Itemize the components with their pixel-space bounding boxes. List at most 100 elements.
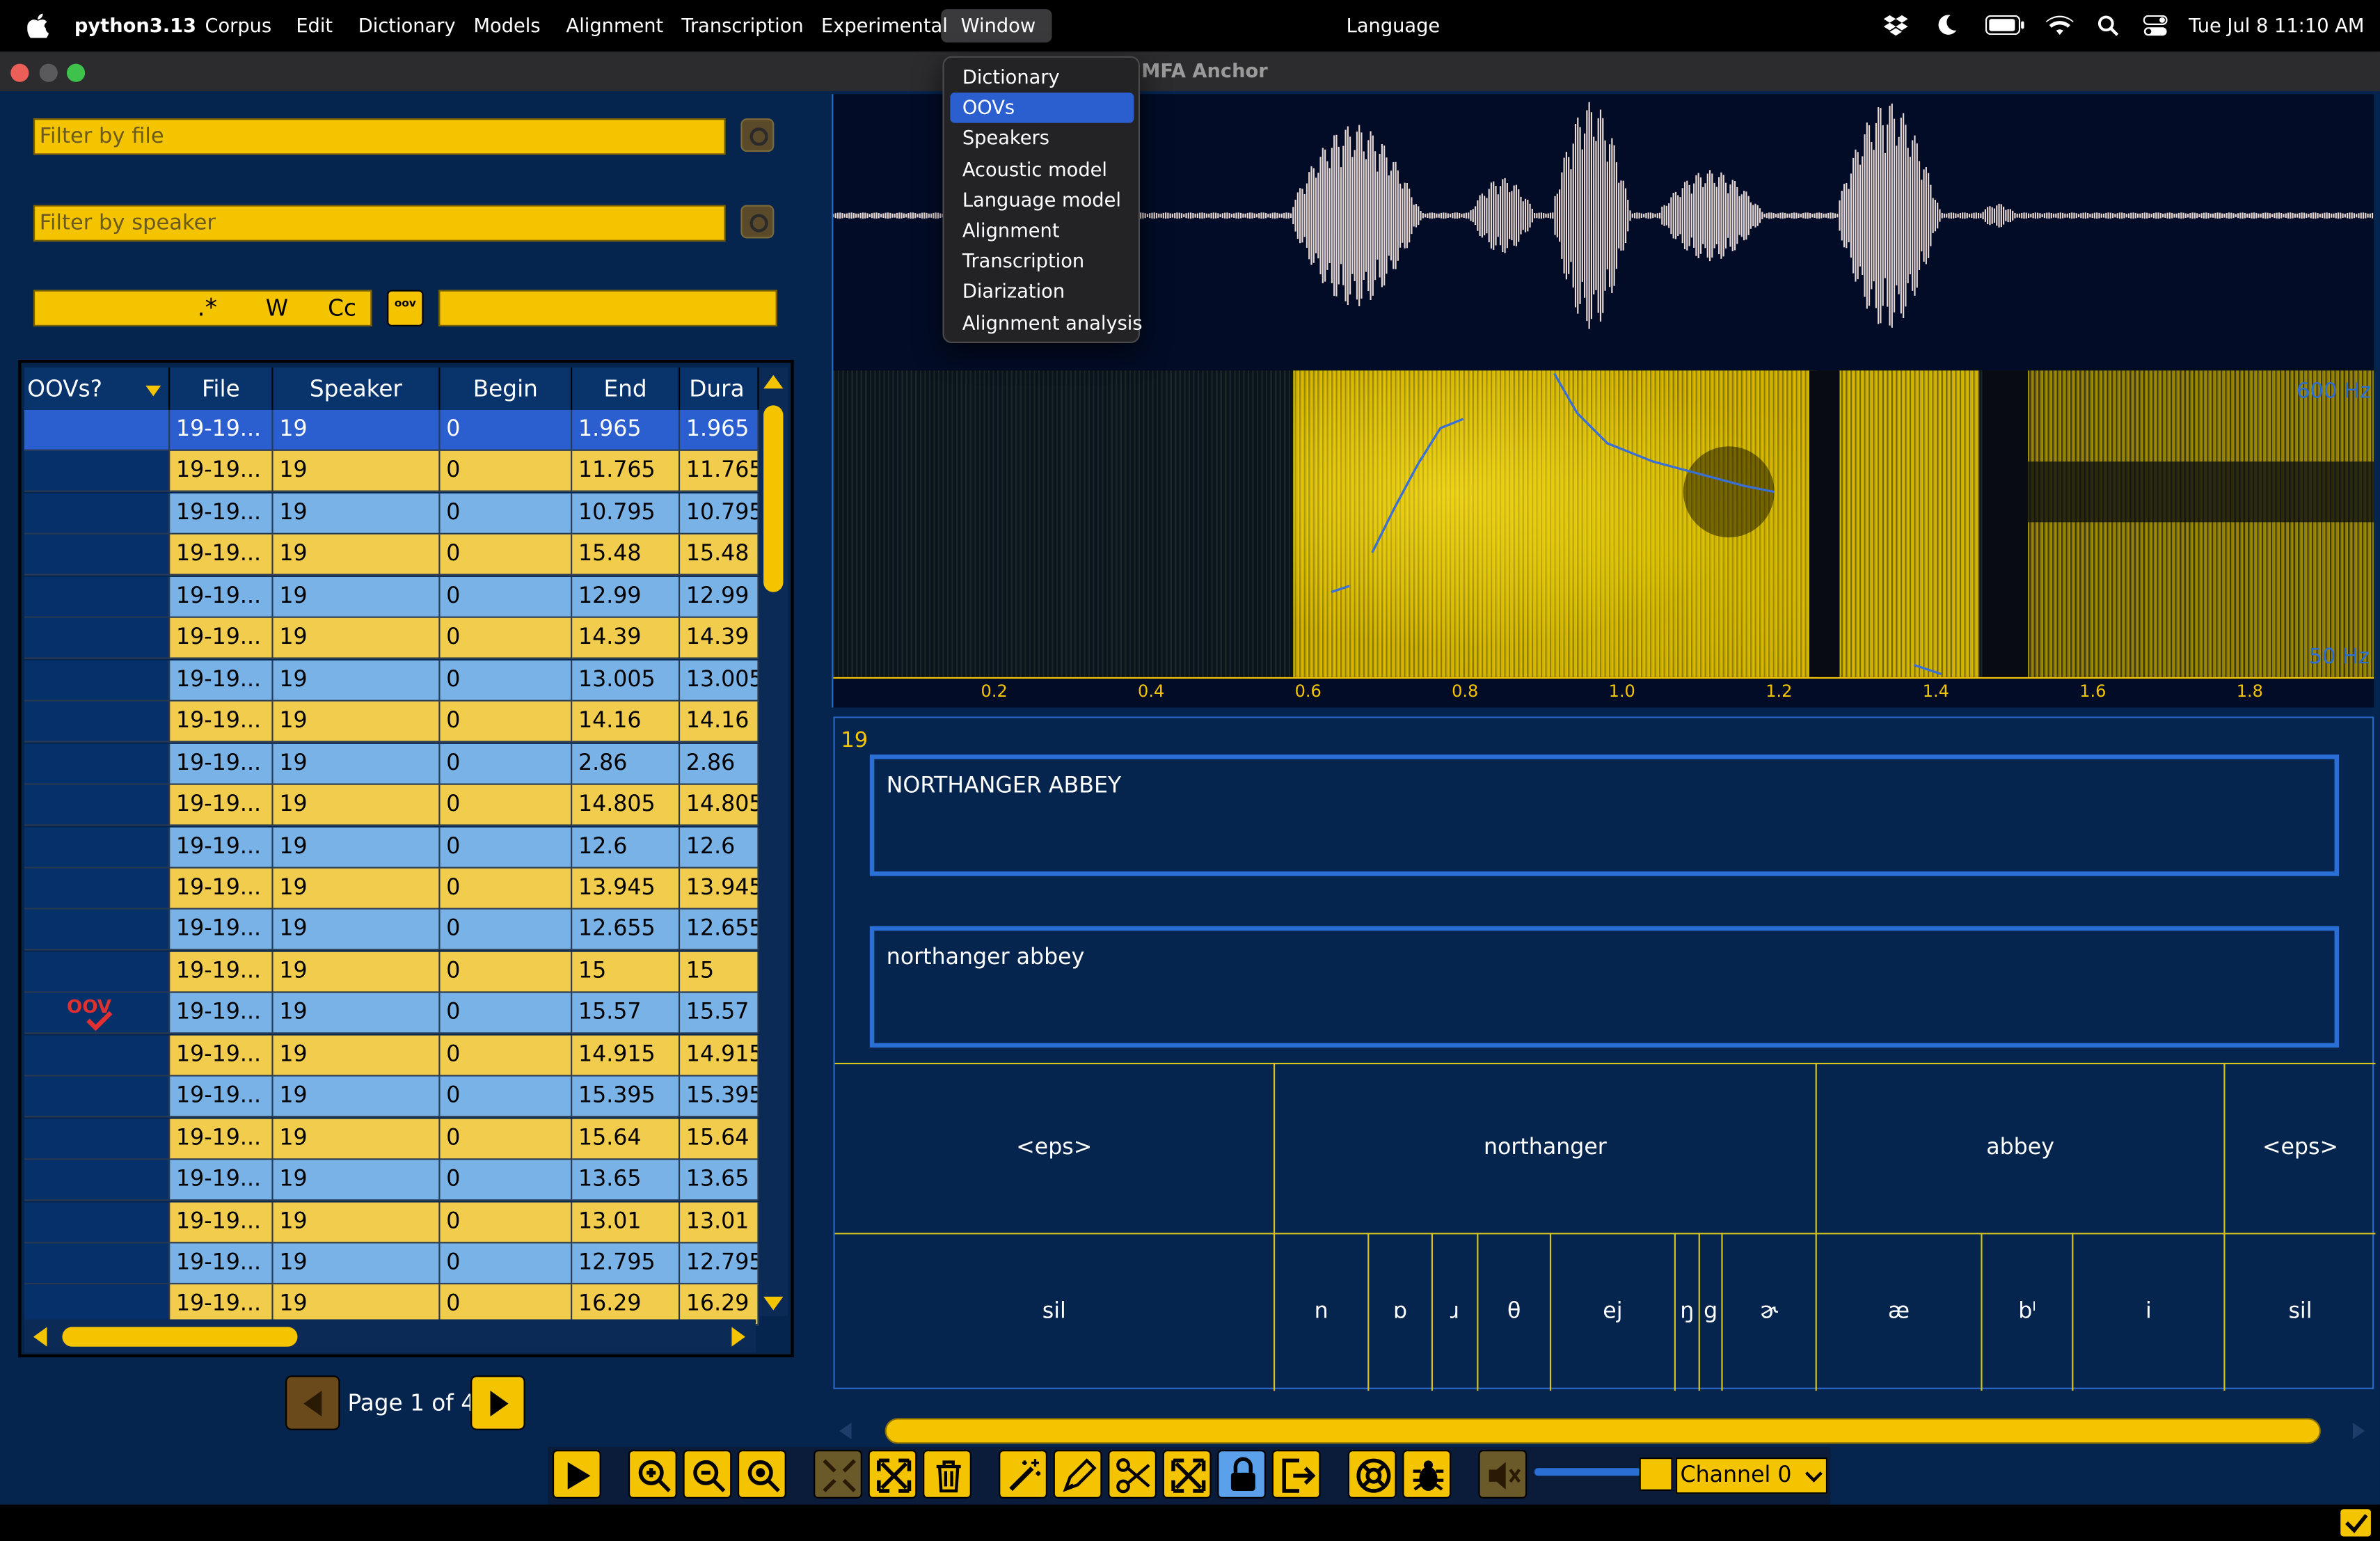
phone-interval[interactable]: sil — [2223, 1233, 2375, 1391]
phone-interval[interactable]: n — [1273, 1233, 1367, 1391]
horizontal-scrollbar[interactable] — [24, 1319, 756, 1353]
volume-slider-handle[interactable] — [1639, 1457, 1673, 1492]
table-row[interactable]: 19-19... 19 0 10.795 10.795 — [24, 493, 759, 535]
menubar-center-title[interactable]: Language — [1347, 14, 1441, 37]
next-page-button[interactable] — [470, 1375, 525, 1430]
case-toggle[interactable]: Cc — [328, 290, 356, 326]
window-menu-item-acoustic-model[interactable]: Acoustic model — [950, 155, 1134, 185]
phone-interval[interactable]: ɚ — [1721, 1233, 1815, 1391]
phone-interval[interactable]: g — [1698, 1233, 1722, 1391]
table-row[interactable]: 19-19... 19 0 13.945 13.945 — [24, 868, 759, 910]
table-row[interactable]: 19-19... 19 0 12.6 12.6 — [24, 826, 759, 868]
table-row[interactable]: 19-19... 19 0 13.01 13.01 — [24, 1201, 759, 1243]
dropbox-icon[interactable] — [1883, 15, 1908, 37]
app-menu[interactable]: python3.13 — [74, 14, 196, 37]
menu-models[interactable]: Models — [474, 14, 541, 37]
export-button[interactable] — [1271, 1450, 1321, 1499]
phone-interval[interactable]: ŋ — [1674, 1233, 1699, 1391]
channel-select[interactable]: Channel 0 — [1675, 1457, 1828, 1494]
column-header-begin[interactable]: Begin — [440, 367, 573, 410]
window-menu-item-speakers[interactable]: Speakers — [950, 124, 1134, 155]
window-menu-item-diarization[interactable]: Diarization — [950, 277, 1134, 308]
window-menu-item-transcription[interactable]: Transcription — [950, 246, 1134, 277]
table-row[interactable]: 19-19... 19 0 11.765 11.765 — [24, 451, 759, 493]
fit-button[interactable] — [1162, 1450, 1212, 1499]
zoom-to-selection-button[interactable] — [738, 1450, 786, 1499]
column-header-speaker[interactable]: Speaker — [273, 367, 441, 410]
word-toggle[interactable]: W — [266, 290, 288, 326]
cut-button[interactable] — [1108, 1450, 1157, 1499]
phone-interval[interactable]: sil — [835, 1233, 1274, 1391]
scroll-left-icon[interactable] — [33, 1327, 47, 1347]
mute-button[interactable] — [1478, 1450, 1528, 1499]
vertical-scroll-thumb[interactable] — [763, 405, 784, 592]
zoom-in-button[interactable] — [628, 1450, 677, 1499]
table-row[interactable]: 19-19... 19 0 15.48 15.48 — [24, 535, 759, 576]
timeline-scroll-right-icon[interactable] — [2352, 1422, 2365, 1439]
previous-page-button[interactable] — [285, 1375, 340, 1430]
control-center-icon[interactable] — [2143, 15, 2168, 37]
table-row[interactable]: 19-19... 19 0 15.64 15.64 — [24, 1118, 759, 1160]
spectrogram[interactable]: 600 Hz 50 Hz — [833, 370, 2374, 677]
vertical-scrollbar[interactable] — [759, 367, 788, 1317]
window-menu-item-oovs[interactable]: OOVs — [950, 93, 1134, 124]
column-header-file[interactable]: File — [170, 367, 273, 410]
word-interval[interactable]: abbey — [1815, 1062, 2224, 1233]
menu-alignment[interactable]: Alignment — [566, 14, 664, 37]
phone-interval[interactable]: æ — [1815, 1233, 1981, 1391]
split-button[interactable] — [868, 1450, 917, 1499]
table-row[interactable]: 19-19... 19 0 13.005 13.005 — [24, 660, 759, 702]
table-row[interactable]: 19-19... 19 0 13.65 13.65 — [24, 1160, 759, 1201]
horizontal-scroll-thumb[interactable] — [62, 1327, 298, 1347]
table-row[interactable]: 19-19... 19 0 2.86 2.86 — [24, 743, 759, 784]
status-check-button[interactable] — [2339, 1508, 2373, 1538]
table-row[interactable]: 19-19... 19 0 15 15 — [24, 951, 759, 993]
window-menu-item-dictionary[interactable]: Dictionary — [950, 62, 1134, 93]
table-row[interactable]: 19-19... 19 0 14.16 14.16 — [24, 702, 759, 743]
help-button[interactable] — [1347, 1450, 1397, 1499]
column-header-end[interactable]: End — [572, 367, 681, 410]
phone-interval[interactable]: ɹ — [1431, 1233, 1477, 1391]
menu-corpus[interactable]: Corpus — [205, 14, 271, 37]
window-menu-item-alignment-analysis[interactable]: Alignment analysis — [950, 308, 1143, 338]
word-interval[interactable]: <eps> — [2223, 1062, 2375, 1233]
menubar-clock[interactable]: Tue Jul 8 11:10 AM — [2189, 14, 2364, 37]
apple-icon[interactable] — [27, 13, 49, 38]
play-button[interactable] — [552, 1450, 601, 1499]
clear-file-filter-button[interactable] — [740, 118, 775, 152]
table-row[interactable]: 19-19... 19 0 1.965 1.965 — [24, 409, 759, 451]
edit-button[interactable] — [1053, 1450, 1102, 1499]
word-interval[interactable]: <eps> — [835, 1063, 1274, 1233]
word-interval[interactable]: northanger — [1273, 1062, 1816, 1233]
zoom-window-icon[interactable] — [66, 63, 86, 82]
column-header-oovs[interactable]: OOVs? — [24, 367, 170, 410]
magic-wand-button[interactable] — [999, 1450, 1047, 1499]
table-row[interactable]: 19-19... 19 0 14.915 14.915 — [24, 1035, 759, 1076]
battery-icon[interactable] — [1985, 15, 2025, 35]
search-icon[interactable] — [2097, 15, 2119, 37]
scroll-up-icon[interactable] — [763, 374, 784, 389]
replace-text-input[interactable] — [438, 290, 777, 326]
volume-slider[interactable] — [1534, 1468, 1641, 1476]
filter-by-file-input[interactable]: Filter by file — [33, 118, 726, 155]
window-menu-item-alignment[interactable]: Alignment — [950, 216, 1134, 246]
menu-dictionary[interactable]: Dictionary — [358, 14, 456, 37]
merge-button[interactable] — [814, 1450, 862, 1499]
oov-filter-toggle[interactable]: oov — [387, 290, 424, 326]
phone-interval[interactable]: ej — [1549, 1233, 1674, 1391]
normalized-text-editor[interactable]: northanger abbey — [869, 926, 2340, 1048]
clear-speaker-filter-button[interactable] — [740, 205, 775, 239]
table-row[interactable]: 19-19... 19 0 15.395 15.395 — [24, 1076, 759, 1118]
column-header-duration[interactable]: Dura — [680, 367, 759, 410]
table-row[interactable]: 19-19... 19 0 14.805 14.805 — [24, 784, 759, 826]
scroll-right-icon[interactable] — [731, 1327, 745, 1347]
delete-button[interactable] — [923, 1450, 971, 1499]
wifi-icon[interactable] — [2046, 14, 2074, 37]
table-row[interactable]: 19-19... 19 0 12.795 12.795 — [24, 1243, 759, 1285]
timeline-scroll-left-icon[interactable] — [839, 1422, 852, 1439]
table-row[interactable]: 19-19... 19 0 14.39 14.39 — [24, 618, 759, 660]
window-menu-item-language-model[interactable]: Language model — [950, 185, 1134, 216]
regex-toggle[interactable]: .* — [198, 290, 218, 326]
menu-experimental[interactable]: Experimental — [821, 14, 948, 37]
timeline-scrollbar[interactable] — [884, 1418, 2321, 1444]
